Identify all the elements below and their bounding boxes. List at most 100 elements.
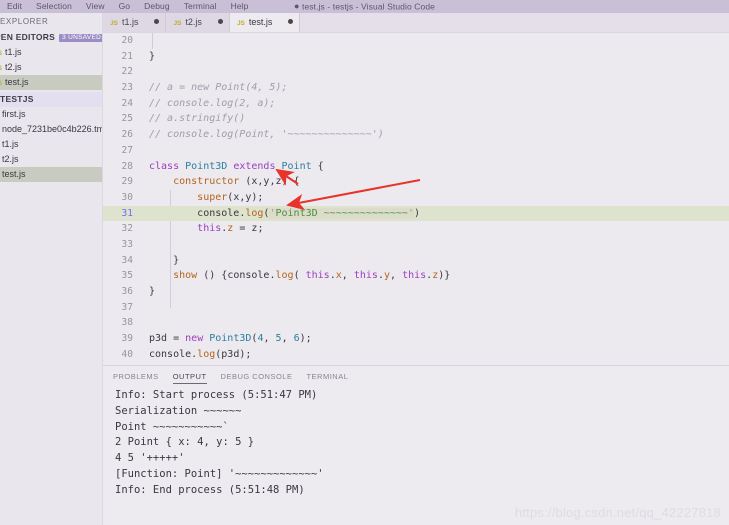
- dirty-indicator-icon[interactable]: [288, 19, 294, 24]
- js-file-icon: JS: [0, 76, 2, 90]
- file-item-nodetmp[interactable]: node_7231be0c4b226.tmp: [0, 122, 102, 137]
- vscode-window: ● test.js - testjs - Visual Studio Code …: [0, 0, 729, 525]
- line-number: 31: [121, 207, 133, 219]
- file-label: node_7231be0c4b226.tmp: [2, 124, 102, 134]
- tab-label: t2.js: [185, 17, 202, 27]
- project-label: TESTJS: [0, 94, 34, 104]
- code-line-31: 31 console.log('Point3D ~~~~~~~~~~~~~~'): [103, 205, 729, 222]
- code-line-25: 25 // a.stringify(): [103, 111, 729, 127]
- menu-item-terminal[interactable]: Terminal: [177, 0, 224, 13]
- js-file-icon: JS: [0, 61, 2, 75]
- open-editor-label: t2.js: [5, 62, 22, 72]
- file-label: t2.js: [2, 154, 19, 164]
- line-number: 28: [121, 160, 133, 172]
- open-editor-label: t1.js: [5, 47, 22, 57]
- explorer-sidebar: EXPLORER OPEN EDITORS3 UNSAVED JSt1.js J…: [0, 13, 103, 525]
- code-line-40: 40 console.log(p3d);: [103, 347, 729, 363]
- line-number: 23: [121, 82, 133, 94]
- panel-tab-output[interactable]: OUTPUT: [172, 367, 207, 384]
- line-number: 26: [121, 129, 133, 141]
- line-number: 37: [121, 301, 133, 313]
- output-line: Serialization ~~~~~~: [115, 404, 242, 417]
- line-number: 39: [121, 333, 133, 345]
- line-number: 40: [121, 348, 133, 360]
- tab-t1[interactable]: JS t1.js: [103, 13, 167, 32]
- open-editor-item-t1[interactable]: JSt1.js: [0, 45, 102, 60]
- code-line-28: 28 class Point3D extends Point {: [103, 159, 729, 175]
- file-item-t1[interactable]: t1.js: [0, 137, 102, 152]
- output-line: Info: End process (5:51:48 PM): [115, 483, 305, 496]
- open-editor-item-t2[interactable]: JSt2.js: [0, 60, 102, 75]
- line-number: 30: [121, 191, 133, 203]
- bottom-panel: PROBLEMS OUTPUT DEBUG CONSOLE TERMINAL Info…: [103, 365, 729, 525]
- tab-t2[interactable]: JS t2.js: [166, 13, 230, 32]
- file-item-test[interactable]: test.js: [0, 167, 102, 182]
- file-label: t1.js: [2, 139, 19, 149]
- line-number: 36: [121, 286, 133, 297]
- panel-tab-debug-console[interactable]: DEBUG CONSOLE: [221, 367, 293, 384]
- dirty-indicator-icon: ●: [293, 1, 300, 11]
- code-comment: // a.stringify(): [149, 113, 246, 125]
- code-line-24: 24 // console.log(2, a);: [103, 96, 729, 112]
- line-number: 35: [121, 270, 133, 282]
- file-item-first[interactable]: first.js: [0, 107, 102, 122]
- code-line-21: 21}: [103, 49, 729, 65]
- output-line: [Function: Point] '~~~~~~~~~~~~~': [115, 467, 324, 480]
- project-header[interactable]: TESTJS: [0, 92, 102, 107]
- menu-item-help[interactable]: Help: [224, 0, 256, 13]
- unsaved-badge: 3 UNSAVED: [59, 34, 102, 42]
- line-number: 33: [121, 238, 133, 250]
- output-content[interactable]: Info: Start process (5:51:47 PM) Serializ…: [103, 384, 729, 499]
- window-title-text: test.js - testjs - Visual Studio Code: [302, 1, 435, 12]
- line-number: 29: [121, 176, 133, 188]
- code-line-29: 29 constructor (x,y,z) {: [103, 174, 729, 190]
- title-bar: ● test.js - testjs - Visual Studio Code …: [0, 0, 729, 13]
- line-number: 24: [121, 97, 133, 109]
- menu-item-view[interactable]: View: [79, 0, 112, 13]
- menu-item-edit[interactable]: Edit: [0, 0, 29, 13]
- explorer-title: EXPLORER: [0, 17, 49, 26]
- open-editors-label: OPEN EDITORS: [0, 32, 56, 42]
- output-line: 4 5 '+++++': [115, 452, 185, 465]
- line-number: 32: [121, 223, 133, 235]
- code-line-38: 38: [103, 315, 729, 331]
- line-number: 27: [121, 144, 133, 156]
- code-comment: // console.log(2, a);: [149, 97, 276, 109]
- panel-tab-bar: PROBLEMS OUTPUT DEBUG CONSOLE TERMINAL: [103, 366, 729, 384]
- output-line: Info: Start process (5:51:47 PM): [115, 389, 318, 401]
- dirty-indicator-icon[interactable]: [217, 19, 223, 24]
- code-line-23: 23 // a = new Point(4, 5);: [103, 80, 729, 96]
- code-line-39: 39 p3d = new Point3D(4, 5, 6);: [103, 331, 729, 347]
- file-item-t2[interactable]: t2.js: [0, 152, 102, 167]
- code-comment: // a = new Point(4, 5);: [149, 82, 288, 94]
- menu-item-go[interactable]: Go: [112, 0, 138, 13]
- menu-bar: Edit Selection View Go Debug Terminal Help: [0, 0, 256, 13]
- line-number: 25: [121, 113, 133, 125]
- panel-tab-terminal[interactable]: TERMINAL: [306, 367, 348, 384]
- code-line-27: 27: [103, 143, 729, 159]
- code-line-30: 30 super(x,y);: [103, 190, 729, 206]
- code-line-33: 33: [103, 237, 729, 253]
- menu-item-selection[interactable]: Selection: [29, 0, 79, 13]
- code-editor[interactable]: 20 21} 22 23 // a = new Point(4, 5); 24 //…: [103, 33, 729, 365]
- tab-label: t1.js: [121, 17, 139, 27]
- open-editor-label: test.js: [5, 77, 29, 87]
- code-line-36: 36}: [103, 284, 729, 300]
- tab-label: test.js: [248, 17, 273, 27]
- js-file-icon: JS: [0, 46, 2, 60]
- output-line: 2 Point { x: 4, y: 5 }: [115, 436, 255, 449]
- code-line-37: 37: [103, 300, 729, 316]
- open-editor-item-test[interactable]: JStest.js: [0, 75, 102, 90]
- code-line-34: 34 }: [103, 253, 729, 269]
- file-label: test.js: [2, 169, 26, 179]
- open-editors-header[interactable]: OPEN EDITORS3 UNSAVED: [0, 30, 102, 45]
- file-label: first.js: [2, 109, 26, 119]
- code-line-22: 22: [103, 64, 729, 80]
- panel-tab-problems[interactable]: PROBLEMS: [113, 367, 159, 384]
- dirty-indicator-icon[interactable]: [154, 19, 160, 24]
- code-comment: // console.log(Point, '~~~~~~~~~~~~~~'): [149, 129, 384, 141]
- tab-test[interactable]: JS test.js: [229, 13, 301, 32]
- line-number: 38: [121, 317, 133, 329]
- output-line: Point ~~~~~~~~~~~`: [115, 420, 229, 433]
- menu-item-debug[interactable]: Debug: [137, 0, 177, 13]
